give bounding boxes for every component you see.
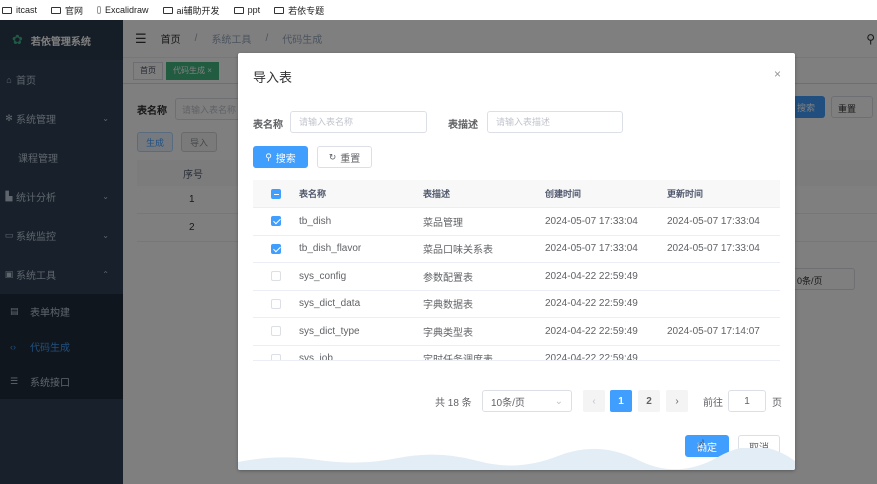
page-icon [97, 6, 102, 14]
bookmarks-bar: itcast 官网 Excalidraw ai辅助开发 ppt 若依专题 [0, 0, 845, 20]
cell-table-name: sys_config [299, 270, 347, 282]
cell-create-time: 2024-04-22 22:59:49 [545, 270, 638, 282]
bookmark-excalidraw[interactable]: Excalidraw [97, 5, 149, 15]
search-button-label: 搜索 [275, 153, 296, 165]
reset-button[interactable]: ↻ 重置 [317, 146, 372, 168]
select-all-cell [253, 188, 299, 199]
table-header-row: 表名称 表描述 创建时间 更新时间 [253, 180, 780, 208]
row-select-cell [253, 243, 299, 254]
cell-table-name: sys_dict_data [299, 298, 361, 310]
bookmark-ai[interactable]: ai辅助开发 [162, 4, 220, 17]
row-checkbox[interactable] [271, 271, 281, 282]
cell-create-time: 2024-05-07 17:33:04 [545, 215, 638, 227]
search-button[interactable]: ⚲ 搜索 [253, 146, 308, 168]
bookmark-label: Excalidraw [105, 5, 149, 15]
cell-update-time: 2024-05-07 17:33:04 [667, 243, 760, 255]
table-body: tb_dish 菜品管理 2024-05-07 17:33:04 2024-05-07… [253, 208, 780, 360]
select-all-checkbox[interactable] [271, 188, 281, 199]
reset-button-label: 重置 [340, 153, 361, 165]
prev-page-button[interactable]: ‹ [583, 390, 605, 412]
cell-table-name: tb_dish [299, 215, 332, 227]
cell-table-desc: 字典数据表 [423, 300, 473, 312]
table-name-input[interactable] [290, 111, 427, 133]
bookmark-label: 若依专题 [288, 5, 325, 16]
goto-page-input[interactable]: 1 [728, 390, 766, 412]
bookmark-itcast[interactable]: itcast [2, 5, 37, 15]
import-table-dialog: 导入表 × 表名称 表描述 ⚲ 搜索 ↻ 重置 表名称 表描述 创建时间 更新时… [238, 53, 795, 470]
row-select-cell [253, 216, 299, 227]
folder-icon [233, 6, 244, 14]
row-select-cell [253, 298, 299, 309]
bookmark-label: 官网 [65, 5, 84, 16]
table-row[interactable]: sys_job 定时任务调度表2024-04-22 22:59:49 [253, 346, 780, 360]
cell-table-name: tb_dish_flavor [299, 243, 362, 255]
table-desc-input[interactable] [487, 111, 623, 133]
table-row[interactable]: tb_dish 菜品管理 2024-05-07 17:33:04 2024-05-07… [253, 208, 780, 236]
page-unit-label: 页 [772, 397, 782, 409]
col-table-name: 表名称 [299, 189, 327, 199]
close-icon[interactable]: × [774, 67, 781, 81]
pagination-total: 共 18 条 [435, 397, 472, 409]
goto-label: 前往 [703, 397, 723, 409]
cell-update-time: 2024-05-07 17:14:07 [667, 325, 760, 337]
folder-icon [274, 6, 285, 14]
row-checkbox[interactable] [271, 243, 281, 254]
cell-create-time: 2024-04-22 22:59:49 [545, 353, 638, 360]
cell-create-time: 2024-04-22 22:59:49 [545, 298, 638, 310]
bookmark-ruoyi[interactable]: 若依专题 [274, 4, 324, 17]
search-icon: ⚲ [265, 151, 272, 162]
page-1-button[interactable]: 1 [610, 390, 632, 412]
page-size-value: 10条/页 [491, 397, 525, 409]
bookmark-ppt[interactable]: ppt [233, 5, 261, 15]
table-row[interactable]: sys_config 参数配置表 2024-04-22 22:59:49 [253, 263, 780, 291]
bookmark-official[interactable]: 官网 [51, 4, 83, 17]
cell-table-desc: 定时任务调度表 [423, 351, 545, 360]
page-2-button[interactable]: 2 [638, 390, 660, 412]
cell-table-name: sys_job [299, 353, 333, 360]
cell-table-desc: 参数配置表 [423, 272, 473, 284]
row-select-cell [253, 271, 299, 282]
mouse-cursor-icon: ☝ [697, 437, 705, 452]
cell-create-time: 2024-05-07 17:33:04 [545, 243, 638, 255]
folder-icon [2, 6, 12, 14]
table-row[interactable]: tb_dish_flavor 菜品口味关系表 2024-05-07 17:33:04… [253, 236, 780, 263]
row-checkbox[interactable] [271, 298, 281, 309]
bookmark-label: ppt [247, 5, 261, 15]
cell-table-name: sys_dict_type [299, 325, 360, 337]
bookmark-label: itcast [16, 5, 38, 15]
table-desc-label: 表描述 [448, 120, 478, 131]
cell-create-time: 2024-04-22 22:59:49 [545, 325, 638, 337]
cell-table-desc: 菜品管理 [423, 217, 463, 229]
chevron-down-icon: ⌄ [554, 395, 563, 407]
footer-wave-decoration [238, 448, 795, 470]
table-bottom-border [253, 360, 780, 361]
col-update-time: 更新时间 [667, 189, 704, 199]
cell-table-desc: 字典类型表 [423, 327, 473, 339]
page-size-select[interactable]: 10条/页 ⌄ [482, 390, 572, 412]
bookmark-label: ai辅助开发 [176, 5, 220, 16]
table-row[interactable]: sys_dict_data 字典数据表 2024-04-22 22:59:49 [253, 291, 780, 318]
row-select-cell [253, 326, 299, 337]
folder-icon [51, 6, 62, 14]
table-name-label: 表名称 [253, 120, 283, 131]
cell-table-desc: 菜品口味关系表 [423, 245, 493, 257]
cell-update-time: 2024-05-07 17:33:04 [667, 215, 760, 227]
dialog-title: 导入表 [253, 70, 293, 85]
import-table: 表名称 表描述 创建时间 更新时间 tb_dish 菜品管理 2024-05-07 … [253, 180, 780, 360]
refresh-icon: ↻ [328, 151, 337, 162]
table-row[interactable]: sys_dict_type 字典类型表 2024-04-22 22:59:49 202… [253, 318, 780, 346]
folder-icon [162, 6, 173, 14]
col-table-desc: 表描述 [423, 189, 451, 199]
row-checkbox[interactable] [271, 216, 281, 227]
col-create-time: 创建时间 [545, 189, 582, 199]
next-page-button[interactable]: › [666, 390, 688, 412]
row-checkbox[interactable] [271, 326, 281, 337]
